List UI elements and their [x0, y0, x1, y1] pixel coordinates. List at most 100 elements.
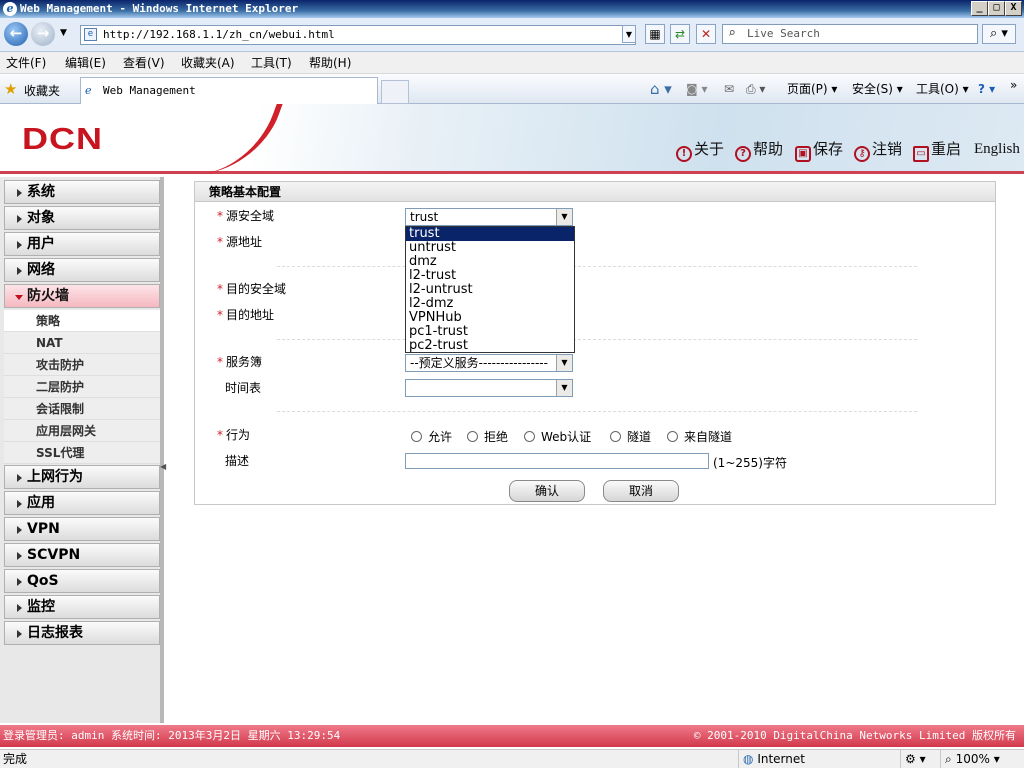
- menu-view[interactable]: 查看(V): [123, 52, 165, 74]
- sidebar-item-network[interactable]: 网络: [4, 258, 160, 282]
- sidebar-sub-policy[interactable]: 策略: [4, 310, 160, 332]
- tools-menu[interactable]: 工具(O) ▾: [916, 80, 969, 98]
- dropdown-option[interactable]: VPNHub: [406, 311, 574, 325]
- about-icon: !: [676, 146, 692, 162]
- new-tab-button[interactable]: [381, 80, 409, 104]
- menu-help[interactable]: 帮助(H): [309, 52, 351, 74]
- sidebar-collapse-handle[interactable]: ◀: [160, 459, 166, 475]
- star-icon[interactable]: ★: [4, 80, 17, 98]
- sidebar-item-object[interactable]: 对象: [4, 206, 160, 230]
- forward-button[interactable]: →: [31, 22, 55, 46]
- service-value: --预定义服务----------------: [410, 356, 548, 370]
- action-deny-radio[interactable]: 拒绝: [467, 429, 508, 445]
- description-input[interactable]: [405, 453, 709, 469]
- sidebar-sub-alg[interactable]: 应用层网关: [4, 420, 160, 442]
- reboot-link[interactable]: ▭ 重启: [913, 138, 961, 162]
- mail-icon[interactable]: ✉: [724, 80, 734, 98]
- dropdown-option[interactable]: l2-untrust: [406, 283, 574, 297]
- refresh-icon[interactable]: ⇄: [670, 24, 690, 44]
- protected-mode-icon[interactable]: ⚙ ▾: [900, 750, 926, 768]
- search-button[interactable]: ⌕ ▾: [982, 24, 1016, 44]
- status-text: 完成: [3, 752, 28, 766]
- sidebar-item-system[interactable]: 系统: [4, 180, 160, 204]
- help-circle-icon: ?: [735, 146, 751, 162]
- zone-indicator[interactable]: ◍ Internet: [738, 750, 898, 768]
- close-window-button[interactable]: X: [1005, 1, 1022, 16]
- src-zone-select[interactable]: trust ▼: [405, 208, 573, 226]
- stop-icon[interactable]: ✕: [696, 24, 716, 44]
- service-text: 服务簿: [226, 355, 263, 369]
- help-icon[interactable]: ? ▾: [978, 80, 995, 98]
- menu-tools[interactable]: 工具(T): [251, 52, 292, 74]
- save-link[interactable]: ▣ 保存: [795, 138, 843, 162]
- logout-link[interactable]: ⚷ 注销: [854, 138, 902, 162]
- divider: [277, 339, 917, 340]
- dropdown-option[interactable]: dmz: [406, 255, 574, 269]
- history-dropdown-icon[interactable]: ▼: [60, 28, 67, 38]
- service-select[interactable]: --预定义服务---------------- ▼: [405, 354, 573, 372]
- print-icon[interactable]: ⎙ ▾: [746, 80, 765, 98]
- dropdown-option[interactable]: pc1-trust: [406, 325, 574, 339]
- sidebar-item-vpn[interactable]: VPN: [4, 517, 160, 541]
- search-input[interactable]: ⌕ Live Search: [722, 24, 978, 44]
- sidebar-item-application[interactable]: 应用: [4, 491, 160, 515]
- sidebar-item-scvpn[interactable]: SCVPN: [4, 543, 160, 567]
- english-link[interactable]: English: [974, 138, 1020, 160]
- action-from-tunnel-radio[interactable]: 来自隧道: [667, 429, 732, 445]
- home-icon[interactable]: ⌂ ▾: [650, 80, 672, 98]
- zoom-control[interactable]: ⌕ 100% ▾: [940, 750, 1000, 768]
- dropdown-option[interactable]: untrust: [406, 241, 574, 255]
- sidebar-item-log-report[interactable]: 日志报表: [4, 621, 160, 645]
- src-zone-text: 源安全域: [226, 209, 275, 223]
- dropdown-option[interactable]: trust: [406, 227, 574, 241]
- sidebar-item-firewall[interactable]: 防火墙: [4, 284, 160, 308]
- description-hint: (1~255)字符: [713, 456, 787, 470]
- action-tunnel-radio[interactable]: 隧道: [610, 429, 651, 445]
- action-permit-radio[interactable]: 允许: [411, 429, 452, 445]
- address-bar[interactable]: e http://192.168.1.1/zh_cn/webui.html: [80, 25, 636, 45]
- sidebar-sub-l2-defense[interactable]: 二层防护: [4, 376, 160, 398]
- sidebar-item-qos[interactable]: QoS: [4, 569, 160, 593]
- schedule-select[interactable]: ▼: [405, 379, 573, 397]
- page-menu[interactable]: 页面(P) ▾: [787, 80, 837, 98]
- required-mark: *: [217, 308, 223, 322]
- dropdown-option[interactable]: l2-dmz: [406, 297, 574, 311]
- menu-edit[interactable]: 编辑(E): [65, 52, 106, 74]
- sidebar-sub-ssl-proxy[interactable]: SSL代理: [4, 442, 160, 464]
- back-button[interactable]: ←: [4, 22, 28, 46]
- browser-tab[interactable]: e Web Management: [80, 77, 378, 104]
- sidebar-item-user[interactable]: 用户: [4, 232, 160, 256]
- compatibility-icon[interactable]: ▦: [645, 24, 665, 44]
- url-text: http://192.168.1.1/zh_cn/webui.html: [103, 28, 335, 41]
- menu-file[interactable]: 文件(F): [6, 52, 46, 74]
- action-webauth-radio[interactable]: Web认证: [524, 429, 591, 445]
- sidebar-sub-nat[interactable]: NAT: [4, 332, 160, 354]
- sidebar: 系统 对象 用户 网络 防火墙 策略 NAT 攻击防护 二层防护 会话限制 应用…: [0, 177, 166, 723]
- maximize-button[interactable]: □: [988, 1, 1005, 16]
- about-link[interactable]: ! 关于: [676, 138, 724, 162]
- sidebar-sub-attack-defense[interactable]: 攻击防护: [4, 354, 160, 376]
- minimize-button[interactable]: _: [971, 1, 988, 16]
- favorites-bar: ★ 收藏夹 e Web Management ⌂ ▾ ◙ ▾ ✉ ⎙ ▾ 页面(…: [0, 74, 1024, 104]
- sidebar-sub-session-limit[interactable]: 会话限制: [4, 398, 160, 420]
- chevron-down-icon: ▼: [556, 355, 572, 371]
- confirm-button[interactable]: 确认: [509, 480, 585, 502]
- chevron-down-icon: ▼: [556, 209, 572, 225]
- zoom-level: 100%: [955, 752, 990, 766]
- safety-menu[interactable]: 安全(S) ▾: [852, 80, 903, 98]
- feeds-icon[interactable]: ◙ ▾: [686, 80, 707, 98]
- favorites-label[interactable]: 收藏夹: [24, 82, 60, 99]
- reboot-icon: ▭: [913, 146, 929, 162]
- action-text: 行为: [226, 428, 251, 442]
- sidebar-item-internet-behavior[interactable]: 上网行为: [4, 465, 160, 489]
- chevron-right-icon[interactable]: »: [1010, 76, 1017, 94]
- cancel-button[interactable]: 取消: [603, 480, 679, 502]
- sidebar-item-monitor[interactable]: 监控: [4, 595, 160, 619]
- action-webauth-label: Web认证: [541, 430, 592, 444]
- help-link[interactable]: ? 帮助: [735, 138, 783, 162]
- menu-favorites[interactable]: 收藏夹(A): [181, 52, 235, 74]
- dropdown-option[interactable]: pc2-trust: [406, 339, 574, 353]
- dropdown-option[interactable]: l2-trust: [406, 269, 574, 283]
- action-tunnel-label: 隧道: [627, 430, 652, 444]
- address-dropdown-icon[interactable]: ▼: [622, 25, 636, 43]
